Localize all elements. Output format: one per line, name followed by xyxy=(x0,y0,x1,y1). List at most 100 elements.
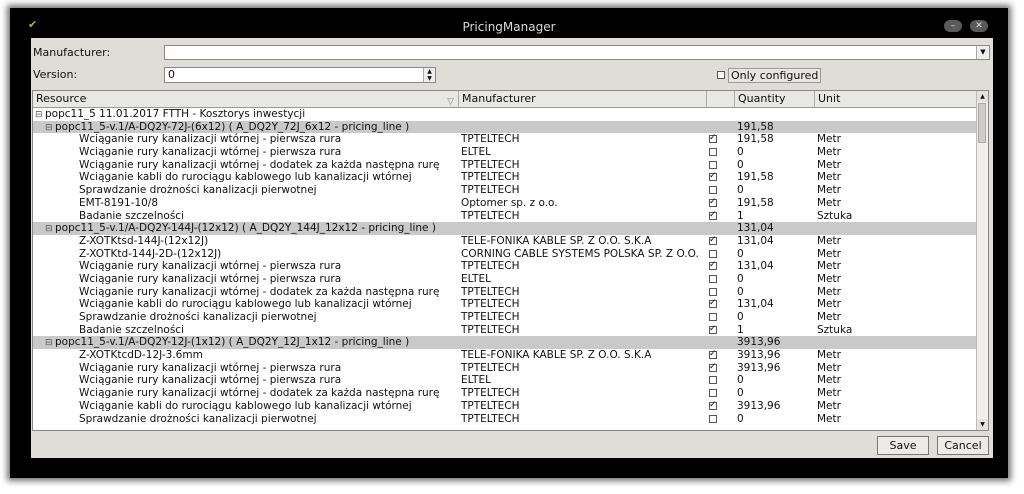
quantity-cell: 0 xyxy=(737,374,744,387)
resource-cell: Z-XOTKtcdD-12J-3.6mm xyxy=(35,349,503,362)
checkbox-icon[interactable] xyxy=(717,71,725,79)
unit-cell: Metr xyxy=(817,349,841,362)
table-row[interactable]: Wciąganie rury kanalizacji wtórnej - pie… xyxy=(33,273,977,286)
quantity-cell: 3913,96 xyxy=(737,336,781,349)
table-row[interactable]: Sprawdzanie drożności kanalizacji pierwo… xyxy=(33,413,977,426)
scroll-down-icon[interactable]: ▼ xyxy=(977,419,988,430)
table-group-row[interactable]: ⊟ popc11_5-v.1/A-DQ2Y-72J-(6x12) ( A_DQ2Y… xyxy=(33,120,977,134)
vertical-scrollbar[interactable]: ▲ ▼ xyxy=(976,91,988,430)
table-row[interactable]: EMT-8191-10/8 Optomer sp. z o.o. 191,58 Met… xyxy=(33,197,977,210)
quantity-cell: 3913,96 xyxy=(737,349,781,362)
resource-cell: EMT-8191-10/8 xyxy=(35,197,503,210)
row-checkbox[interactable] xyxy=(709,274,717,283)
version-value: 0 xyxy=(168,68,175,81)
table-group-row[interactable]: ⊟ popc11_5-v.1/A-DQ2Y-12J-(1x12) ( A_DQ2Y… xyxy=(33,336,977,350)
row-checkbox[interactable] xyxy=(709,197,717,209)
table-row[interactable]: Wciąganie rury kanalizacji wtórnej - pie… xyxy=(33,374,977,387)
minimize-button[interactable]: – xyxy=(944,20,962,32)
window-title: PricingManager xyxy=(462,20,556,34)
table-row[interactable]: Wciąganie rury kanalizacji wtórnej - dod… xyxy=(33,387,977,400)
resource-text: Sprawdzanie drożności kanalizacji pierwo… xyxy=(79,311,317,323)
quantity-cell: 1 xyxy=(737,323,744,336)
table-body: ⊟ popc11_5 11.01.2017 FTTH - Kosztorys in… xyxy=(33,108,977,425)
unit-cell: Metr xyxy=(817,133,841,146)
table-group-row[interactable]: ⊟ popc11_5-v.1/A-DQ2Y-144J-(12x12) ( A_DQ… xyxy=(33,222,977,235)
row-checkbox[interactable] xyxy=(709,313,717,321)
row-checkbox[interactable] xyxy=(709,362,717,373)
table-root-row[interactable]: ⊟ popc11_5 11.01.2017 FTTH - Kosztorys in… xyxy=(33,108,977,121)
unit-cell: Metr xyxy=(817,260,841,273)
spin-up-icon[interactable]: ▲ xyxy=(424,68,435,75)
scroll-up-icon[interactable]: ▲ xyxy=(977,91,988,102)
column-header-quantity[interactable]: Quantity xyxy=(735,91,815,107)
resource-cell: Badanie szczelności xyxy=(35,210,503,223)
unit-cell: Sztuka xyxy=(817,323,853,336)
resource-text: Z-XOTKtcdD-12J-3.6mm xyxy=(79,349,203,362)
table-row[interactable]: Z-XOTKtcdD-12J-3.6mm TELE-FONIKA KABLE SP… xyxy=(33,349,977,362)
resource-text: Wciąganie kabli do rurociągu kablowego l… xyxy=(79,171,412,184)
version-spinbox[interactable]: 0 ▲ ▼ xyxy=(164,67,436,83)
selected-cell xyxy=(709,171,729,185)
quantity-cell: 0 xyxy=(737,387,744,400)
resource-text: Wciąganie kabli do rurociągu kablowego l… xyxy=(79,298,412,311)
manufacturer-cell: TELE-FONIKA KABLE SP. Z O.O. S.K.A xyxy=(461,349,652,362)
table-row[interactable]: Badanie szczelności TPTELTECH 1 Sztuka xyxy=(33,324,977,337)
scrollbar-thumb[interactable] xyxy=(978,103,986,143)
row-checkbox[interactable] xyxy=(709,235,717,247)
table-row[interactable]: Sprawdzanie drożności kanalizacji pierwo… xyxy=(33,311,977,324)
resource-cell: Wciąganie kabli do rurociągu kablowego l… xyxy=(35,298,503,311)
row-checkbox[interactable] xyxy=(709,324,717,335)
table-row[interactable]: Sprawdzanie drożności kanalizacji pierwo… xyxy=(33,184,977,197)
row-checkbox[interactable] xyxy=(709,133,717,145)
dropdown-arrow-icon[interactable]: ▼ xyxy=(976,46,989,59)
unit-cell: Metr xyxy=(817,272,841,285)
row-checkbox[interactable] xyxy=(709,376,717,385)
close-button[interactable]: ✕ xyxy=(970,20,988,32)
row-checkbox[interactable] xyxy=(709,249,717,258)
column-header-manufacturer[interactable]: Manufacturer xyxy=(459,91,707,107)
resource-text: Wciąganie rury kanalizacji wtórnej - dod… xyxy=(79,158,440,171)
manufacturer-combobox[interactable]: ▼ xyxy=(164,45,990,60)
save-button[interactable]: Save xyxy=(877,436,929,455)
row-checkbox[interactable] xyxy=(709,260,717,272)
quantity-cell: 0 xyxy=(737,146,744,159)
row-checkbox[interactable] xyxy=(709,287,717,296)
table-row[interactable]: Badanie szczelności TPTELTECH 1 Sztuka xyxy=(33,210,977,223)
manufacturer-cell: TPTELTECH xyxy=(461,184,520,197)
table-row[interactable]: Wciąganie kabli do rurociągu kablowego l… xyxy=(33,171,977,184)
version-label: Version: xyxy=(33,68,78,81)
only-configured-checkbox[interactable]: Only configured xyxy=(717,67,822,83)
quantity-cell: 131,04 xyxy=(737,234,774,247)
column-header-resource[interactable]: Resource ▽ xyxy=(33,91,459,107)
row-checkbox[interactable] xyxy=(709,414,717,423)
table-row[interactable]: Wciąganie rury kanalizacji wtórnej - dod… xyxy=(33,286,977,299)
row-checkbox[interactable] xyxy=(709,400,717,412)
row-checkbox[interactable] xyxy=(709,186,717,195)
row-checkbox[interactable] xyxy=(709,298,717,310)
row-checkbox[interactable] xyxy=(709,210,717,221)
table-row[interactable]: Z-XOTKtsd-144J-(12x12J) TELE-FONIKA KABLE… xyxy=(33,235,977,248)
table-row[interactable]: Wciąganie kabli do rurociągu kablowego l… xyxy=(33,298,977,311)
column-header-unit[interactable]: Unit xyxy=(815,91,977,107)
table-row[interactable]: Wciąganie rury kanalizacji wtórnej - pie… xyxy=(33,146,977,159)
resource-cell: Z-XOTKtsd-144J-(12x12J) xyxy=(35,235,503,248)
selected-cell xyxy=(709,349,729,363)
row-checkbox[interactable] xyxy=(709,148,717,157)
row-checkbox[interactable] xyxy=(709,160,717,169)
column-header-selected[interactable] xyxy=(707,91,735,107)
table-row[interactable]: Wciąganie rury kanalizacji wtórnej - pie… xyxy=(33,260,977,273)
table-row[interactable]: Wciąganie kabli do rurociągu kablowego l… xyxy=(33,400,977,413)
manufacturer-cell: TPTELTECH xyxy=(461,209,520,222)
manufacturer-label: Manufacturer: xyxy=(33,46,111,59)
selected-cell xyxy=(709,210,729,224)
table-row[interactable]: Wciąganie rury kanalizacji wtórnej - pie… xyxy=(33,362,977,375)
cancel-button[interactable]: Cancel xyxy=(937,436,989,455)
row-checkbox[interactable] xyxy=(709,171,717,183)
row-checkbox[interactable] xyxy=(709,349,717,361)
row-checkbox[interactable] xyxy=(709,389,717,398)
manufacturer-cell: TPTELTECH xyxy=(461,158,520,171)
spin-down-icon[interactable]: ▼ xyxy=(424,75,435,82)
table-row[interactable]: Z-XOTKtd-144J-2D-(12x12J) CORNING CABLE S… xyxy=(33,248,977,261)
table-row[interactable]: Wciąganie rury kanalizacji wtórnej - pie… xyxy=(33,133,977,146)
table-row[interactable]: Wciąganie rury kanalizacji wtórnej - dod… xyxy=(33,159,977,172)
